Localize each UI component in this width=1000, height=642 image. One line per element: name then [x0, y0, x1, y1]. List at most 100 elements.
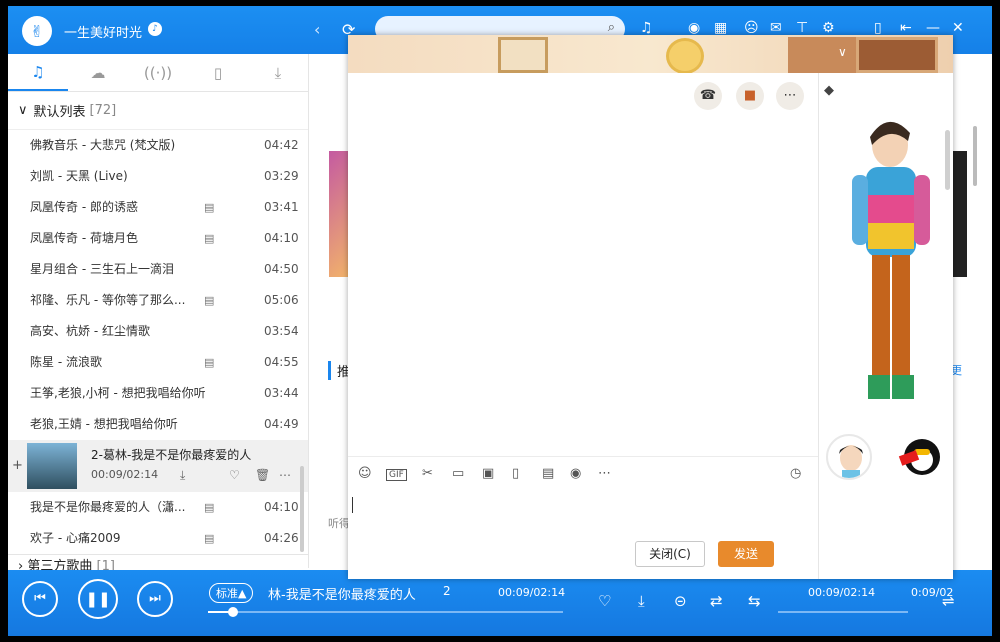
song-title: 佛教音乐 - 大悲咒 (梵文版): [30, 138, 176, 152]
download-song-icon[interactable]: ⤓: [180, 468, 185, 483]
tab-device[interactable]: ▯: [188, 54, 248, 91]
chevron-down-icon[interactable]: ∨: [838, 45, 847, 59]
apps-grid-icon[interactable]: ▦: [714, 20, 727, 36]
tab-cloud[interactable]: ☁: [68, 54, 128, 91]
song-list: 佛教音乐 - 大悲咒 (梵文版) 04:42 刘凯 - 天黑 (Live) 03:29…: [8, 130, 308, 554]
quality-select[interactable]: 标准▲: [209, 583, 254, 603]
exit-icon[interactable]: ⇤: [900, 20, 912, 36]
playlist-scrollbar[interactable]: [300, 466, 304, 552]
shake-icon[interactable]: ▯: [512, 466, 519, 481]
shirt-icon[interactable]: ⊤: [796, 20, 808, 36]
close-button[interactable]: 关闭(C): [635, 541, 705, 567]
repeat-icon[interactable]: ⇆: [748, 592, 761, 610]
chevron-down-icon: ∨: [18, 103, 28, 118]
show-avatar-figure: [852, 121, 930, 399]
tab-radio[interactable]: ((·)): [128, 54, 188, 91]
decor-clock: [666, 38, 704, 73]
more-call-options-button[interactable]: ⋯: [776, 82, 804, 110]
playlist-header[interactable]: ∨ 默认列表 [72]: [8, 92, 308, 130]
loop-icon[interactable]: ⇄: [710, 592, 723, 610]
diamond-icon[interactable]: ◆: [824, 83, 834, 98]
mv-film-icon[interactable]: ▤: [204, 192, 214, 223]
next-track-button[interactable]: ⏭: [137, 581, 173, 617]
song-row[interactable]: 欢子 - 心痛2009 ▤ 04:26: [8, 523, 308, 554]
face-icon[interactable]: ☹: [744, 20, 759, 36]
delete-trash-icon[interactable]: 🗑: [255, 468, 270, 482]
scissors-icon[interactable]: ✂: [422, 466, 433, 481]
mv-film-icon[interactable]: ▤: [204, 223, 214, 254]
gif-icon[interactable]: GIF: [386, 469, 407, 481]
message-input[interactable]: [352, 497, 353, 513]
secondary-progress-bar[interactable]: [778, 611, 908, 613]
song-row[interactable]: 高安、杭娇 - 红尘情歌 03:54: [8, 316, 308, 347]
song-row[interactable]: 我是不是你最疼爱的人（瀟... ▤ 04:10: [8, 492, 308, 523]
cartoon-boy-icon: [839, 445, 863, 478]
mail-icon[interactable]: ✉: [770, 20, 782, 36]
more-options-icon[interactable]: ⋯: [279, 468, 291, 482]
music-icon[interactable]: ◉: [570, 466, 581, 481]
now-playing-title: 2-葛林-我是不是你最疼爱的人: [91, 448, 252, 462]
now-playing-time: 00:09/02:14: [91, 468, 159, 481]
song-row[interactable]: 老狼,王婧 - 想把我唱给你听 04:49: [8, 409, 308, 440]
song-row[interactable]: 星月组合 - 三生石上一滴泪 04:50: [8, 254, 308, 285]
voice-call-button[interactable]: ☎: [694, 82, 722, 110]
qq-penguin-icon[interactable]: [898, 439, 940, 475]
mv-film-icon[interactable]: ▤: [204, 523, 214, 554]
previous-track-button[interactable]: ⏮: [22, 581, 58, 617]
add-icon[interactable]: +: [12, 458, 23, 473]
song-row[interactable]: 凤凰传奇 - 荷塘月色 ▤ 04:10: [8, 223, 308, 254]
favorite-heart-icon[interactable]: ♡: [229, 468, 240, 482]
vip-badge-icon[interactable]: ♪: [148, 22, 162, 36]
song-row[interactable]: 王筝,老狼,小柯 - 想把我唱给你听 03:44: [8, 378, 308, 409]
song-duration: 04:50: [264, 262, 299, 276]
search-icon[interactable]: ⌕: [608, 20, 615, 35]
song-row[interactable]: 陈星 - 流浪歌 ▤ 04:55: [8, 347, 308, 378]
recognize-song-icon[interactable]: ♫: [640, 20, 653, 36]
song-duration: 04:10: [264, 500, 299, 514]
red-packet-icon[interactable]: ▤: [542, 466, 554, 481]
username-label[interactable]: 一生美好时光: [64, 22, 142, 41]
video-call-button[interactable]: ■: [736, 82, 764, 110]
song-row[interactable]: 凤凰传奇 - 郎的诱惑 ▤ 03:41: [8, 192, 308, 223]
tab-music[interactable]: ♫: [8, 54, 68, 91]
chat-header[interactable]: ∨: [348, 35, 953, 73]
app-logo[interactable]: ✌: [22, 16, 52, 46]
history-clock-icon[interactable]: ◷: [790, 466, 801, 481]
now-playing-row[interactable]: + 2-葛林-我是不是你最疼爱的人 00:09/02:14 ⤓ ♡ 🗑 ⋯: [8, 440, 308, 492]
like-heart-icon[interactable]: ♡: [598, 592, 611, 610]
download-icon[interactable]: ⤓: [638, 592, 645, 610]
mini-mode-icon[interactable]: ▯: [874, 20, 882, 36]
folder-icon[interactable]: ▭: [452, 466, 464, 481]
song-title: 祁隆、乐凡 - 等你等了那么...: [30, 293, 186, 307]
more-icon[interactable]: ⋯: [598, 466, 611, 481]
friend-avatar[interactable]: [826, 434, 872, 480]
settings-gear-icon[interactable]: ⚙: [822, 20, 835, 36]
skin-dot-icon[interactable]: ◉: [688, 20, 700, 36]
chat-scrollbar[interactable]: [945, 130, 950, 190]
mv-film-icon[interactable]: ▤: [204, 347, 214, 378]
progress-knob[interactable]: [227, 607, 238, 617]
song-duration: 04:55: [264, 355, 299, 369]
recommend-heading: 推: [328, 361, 350, 380]
back-arrow-icon[interactable]: ‹: [314, 20, 320, 39]
shuffle-icon[interactable]: ⇌: [942, 592, 955, 610]
content-scrollbar[interactable]: [973, 126, 977, 186]
close-window-icon[interactable]: ✕: [952, 20, 964, 36]
banner-image[interactable]: [329, 151, 349, 277]
progress-bar[interactable]: [208, 607, 563, 617]
song-row[interactable]: 佛教音乐 - 大悲咒 (梵文版) 04:42: [8, 130, 308, 161]
image-icon[interactable]: ▣: [482, 466, 494, 481]
song-row[interactable]: 祁隆、乐凡 - 等你等了那么... ▤ 05:06: [8, 285, 308, 316]
emoji-icon[interactable]: ☺: [358, 466, 372, 481]
mv-film-icon[interactable]: ▤: [204, 285, 214, 316]
song-title: 星月组合 - 三生石上一滴泪: [30, 262, 174, 276]
player-time: 00:09/02:14: [498, 586, 566, 599]
minimize-icon[interactable]: —: [926, 20, 940, 36]
more-circle-icon[interactable]: ⊝: [674, 592, 687, 610]
send-button[interactable]: 发送: [718, 541, 774, 567]
pause-button[interactable]: ❚❚: [78, 579, 118, 619]
mv-film-icon[interactable]: ▤: [204, 492, 214, 523]
song-row[interactable]: 刘凯 - 天黑 (Live) 03:29: [8, 161, 308, 192]
song-duration: 03:44: [264, 386, 299, 400]
tab-download[interactable]: ⤓: [248, 54, 308, 91]
